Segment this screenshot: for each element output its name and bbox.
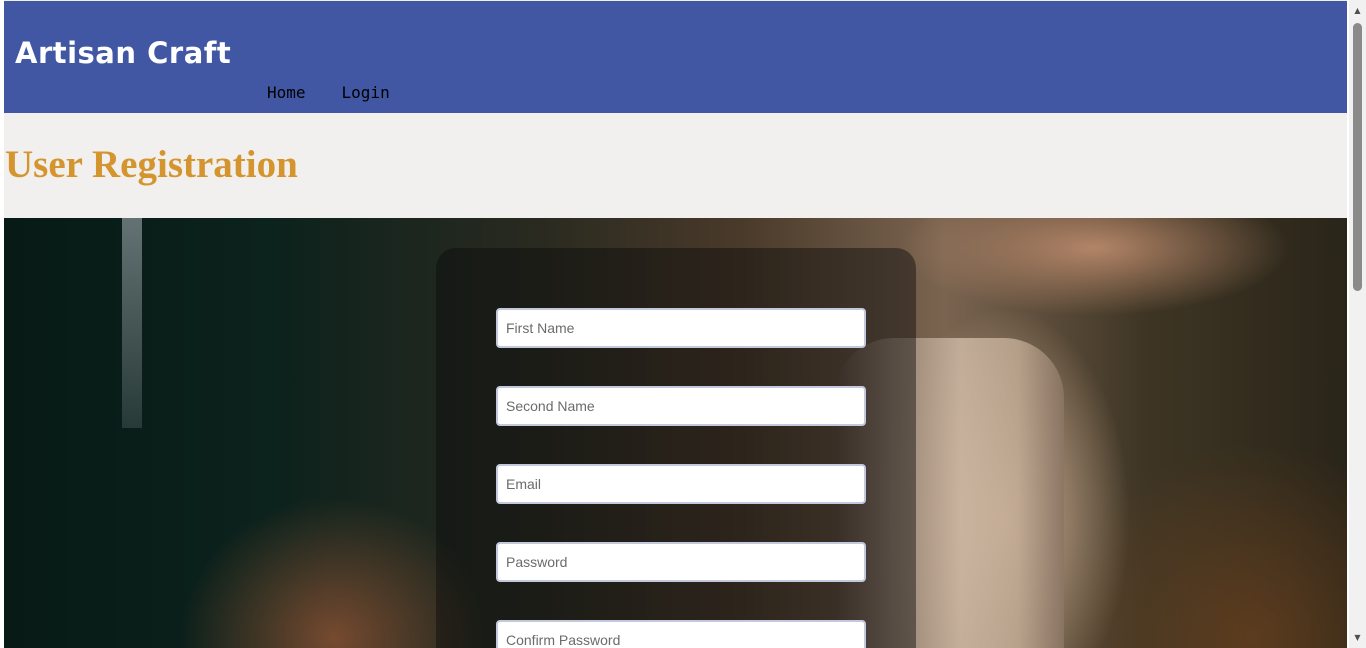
password-input[interactable] [496,542,866,582]
confirm-password-input[interactable] [496,620,866,648]
scrollbar-thumb[interactable] [1353,23,1362,291]
second-name-input[interactable] [496,386,866,426]
first-name-input[interactable] [496,308,866,348]
page: Artisan Craft Home Login User Registrati… [4,0,1347,648]
page-title: User Registration [5,143,298,186]
browser-viewport: Artisan Craft Home Login User Registrati… [0,0,1349,648]
brand-logo-text[interactable]: Artisan Craft [15,39,231,68]
email-input[interactable] [496,464,866,504]
nav-link-login[interactable]: Login [342,84,390,102]
title-section: User Registration [4,113,1347,218]
background-photo-detail [122,218,142,428]
registration-hero [4,218,1347,648]
main-nav: Home Login [267,84,390,102]
registration-form [436,248,916,648]
vertical-scrollbar[interactable]: ▲ ▼ [1349,0,1366,648]
site-header: Artisan Craft Home Login [4,1,1347,113]
scroll-up-icon[interactable]: ▲ [1349,2,1366,19]
scroll-down-icon[interactable]: ▼ [1349,629,1366,646]
nav-link-home[interactable]: Home [267,84,306,102]
